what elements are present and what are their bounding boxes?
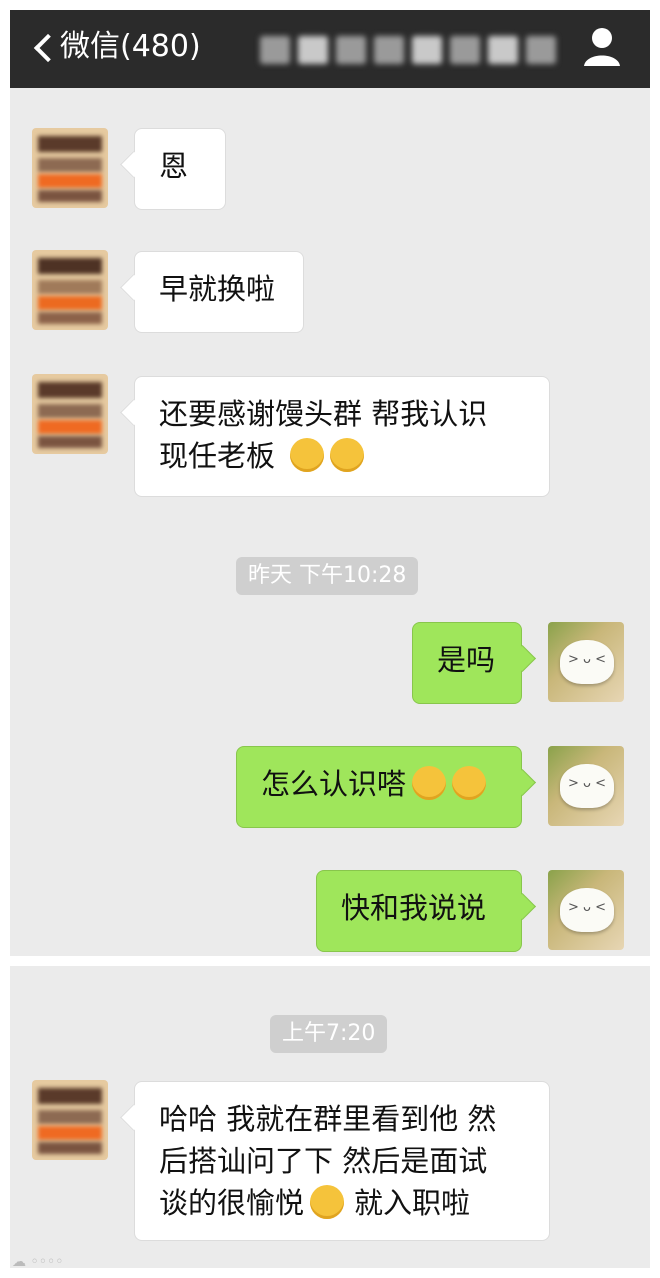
bun-face-icon: > ᴗ <: [560, 640, 614, 684]
winking-tongue-emoji-icon: [330, 438, 365, 472]
timestamp: 上午7:20: [270, 1015, 388, 1053]
message-text: 恩: [159, 149, 189, 183]
message-text: 早就换啦: [159, 272, 276, 306]
avatar[interactable]: > ᴗ <: [548, 622, 624, 702]
watermark-logo: ☁ ◦◦◦◦: [12, 1254, 64, 1270]
message-bubble[interactable]: 怎么认识嗒: [236, 746, 522, 828]
avatar[interactable]: [32, 128, 108, 208]
hug-emoji-icon: [412, 766, 447, 800]
bun-face-icon: > ᴗ <: [560, 764, 614, 808]
message-text: 怎么认识嗒: [261, 767, 407, 801]
message-bubble[interactable]: 恩: [134, 128, 226, 210]
message-text: 就入职啦: [354, 1186, 471, 1220]
message-bubble[interactable]: 还要感谢馒头群 帮我认识 现任老板: [134, 376, 550, 497]
message-text: 快和我说说: [341, 891, 487, 925]
avatar[interactable]: > ᴗ <: [548, 746, 624, 826]
avatar[interactable]: [32, 250, 108, 330]
message-text: 哈哈 我就在群里看到他 然: [159, 1102, 497, 1136]
message-text: 还要感谢馒头群 帮我认识: [159, 397, 488, 431]
avatar[interactable]: > ᴗ <: [548, 870, 624, 950]
smile-emoji-icon: [310, 1185, 345, 1219]
user-icon[interactable]: [582, 24, 622, 72]
message-text: 谈的很愉悦: [159, 1186, 305, 1220]
bun-face-icon: > ᴗ <: [560, 888, 614, 932]
back-button[interactable]: 微信(480): [60, 27, 201, 67]
blurred-chat-title: [260, 30, 560, 70]
chevron-left-icon[interactable]: [33, 33, 63, 63]
message-text: 是吗: [437, 643, 496, 677]
avatar[interactable]: [32, 374, 108, 454]
winking-tongue-emoji-icon: [290, 438, 325, 472]
message-bubble[interactable]: 哈哈 我就在群里看到他 然 后搭讪问了下 然后是面试 谈的很愉悦 就入职啦: [134, 1081, 550, 1241]
hug-emoji-icon: [452, 766, 487, 800]
message-bubble[interactable]: 快和我说说: [316, 870, 522, 952]
message-text: 后搭讪问了下 然后是面试: [159, 1144, 488, 1178]
message-text: 现任老板: [159, 439, 276, 473]
timestamp: 昨天 下午10:28: [236, 557, 419, 595]
message-bubble[interactable]: 早就换啦: [134, 251, 304, 333]
chat-header: 微信(480): [10, 10, 650, 88]
message-bubble[interactable]: 是吗: [412, 622, 522, 704]
avatar[interactable]: [32, 1080, 108, 1160]
